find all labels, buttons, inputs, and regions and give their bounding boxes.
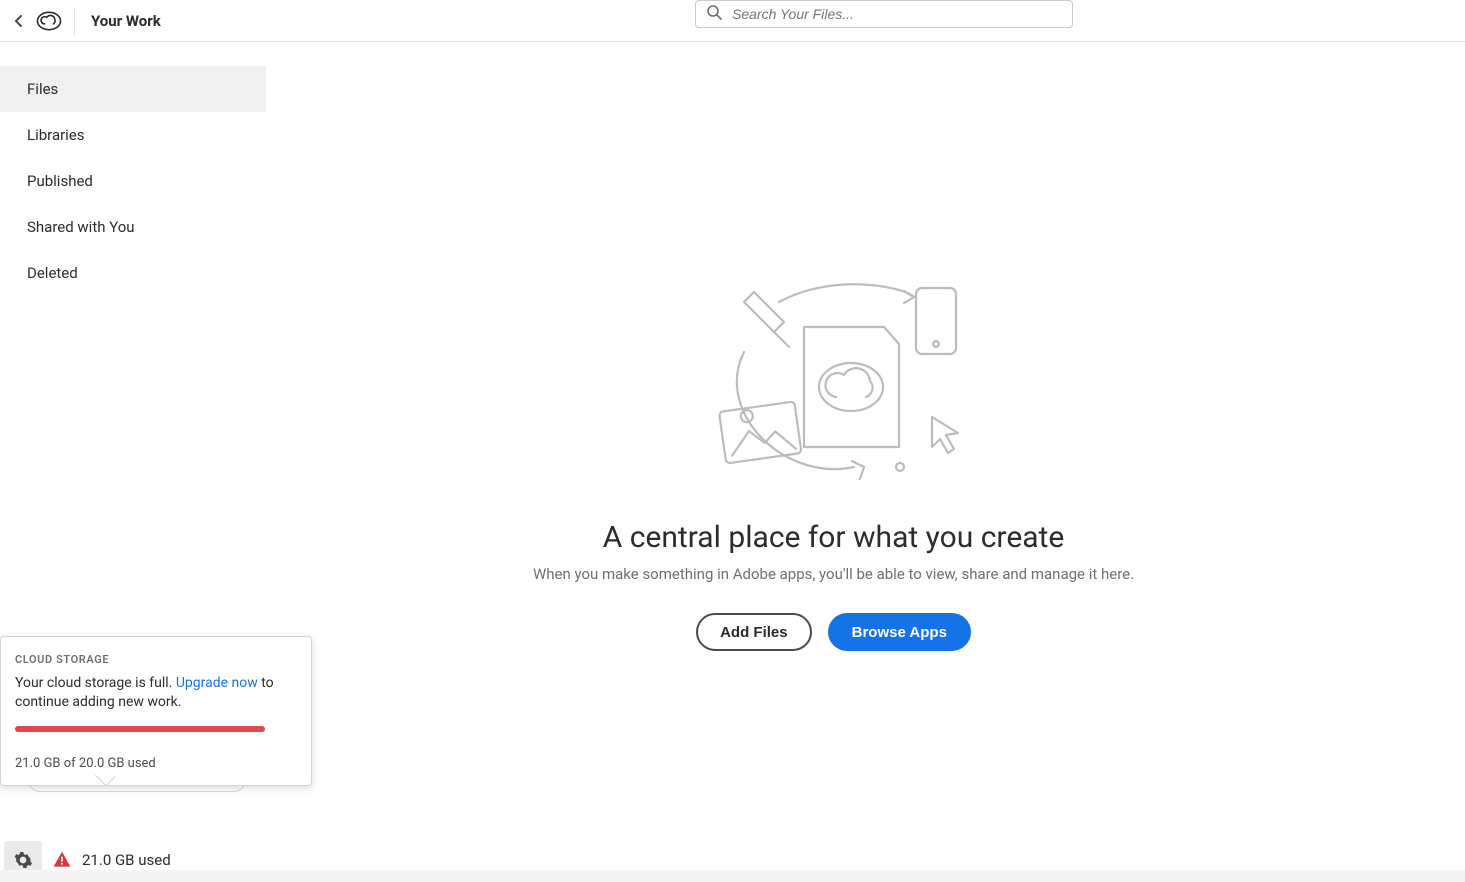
add-files-button[interactable]: Add Files	[696, 613, 812, 651]
topbar-left: Your Work	[8, 7, 161, 35]
empty-state-subtitle: When you make something in Adobe apps, y…	[533, 565, 1134, 583]
back-button[interactable]	[8, 10, 30, 32]
browse-apps-button[interactable]: Browse Apps	[828, 613, 971, 651]
sidebar-item-shared[interactable]: Shared with You	[0, 204, 266, 250]
storage-progress-bar	[15, 726, 265, 732]
popover-arrow	[95, 775, 115, 795]
top-bar: Your Work	[0, 0, 1465, 42]
footer-shade	[0, 870, 1465, 882]
search-icon	[706, 4, 722, 24]
search-input-wrapper[interactable]	[695, 0, 1073, 28]
gear-icon	[13, 850, 33, 870]
storage-used-label: 21.0 GB used	[82, 851, 171, 869]
sidebar-item-libraries[interactable]: Libraries	[0, 112, 266, 158]
warning-icon	[52, 850, 72, 870]
sidebar-item-files[interactable]: Files	[0, 66, 266, 112]
creative-cloud-icon	[36, 8, 62, 34]
popover-usage-line: 21.0 GB of 20.0 GB used	[15, 756, 297, 771]
page-title: Your Work	[91, 12, 161, 30]
sidebar-item-label: Deleted	[27, 264, 78, 282]
empty-state-actions: Add Files Browse Apps	[696, 613, 971, 651]
empty-state: A central place for what you create When…	[266, 272, 1401, 651]
popover-heading: CLOUD STORAGE	[15, 653, 297, 666]
search-input[interactable]	[730, 5, 1062, 23]
upgrade-now-link[interactable]: Upgrade now	[176, 675, 258, 691]
empty-state-title: A central place for what you create	[603, 520, 1065, 555]
sidebar-item-label: Shared with You	[27, 218, 135, 236]
popover-message: Your cloud storage is full. Upgrade now …	[15, 674, 297, 712]
creative-cloud-logo	[36, 8, 62, 34]
chevron-left-icon	[13, 15, 25, 27]
popover-message-prefix: Your cloud storage is full.	[15, 675, 176, 691]
empty-state-illustration	[684, 272, 984, 492]
divider	[74, 7, 75, 35]
sidebar-item-label: Files	[27, 80, 58, 98]
sidebar-item-label: Libraries	[27, 126, 85, 144]
main-panel: A central place for what you create When…	[266, 42, 1465, 838]
storage-warning-badge	[52, 850, 72, 870]
sidebar-item-deleted[interactable]: Deleted	[0, 250, 266, 296]
cloud-storage-popover: CLOUD STORAGE Your cloud storage is full…	[0, 636, 312, 786]
sidebar-item-label: Published	[27, 172, 93, 190]
sidebar-item-published[interactable]: Published	[0, 158, 266, 204]
